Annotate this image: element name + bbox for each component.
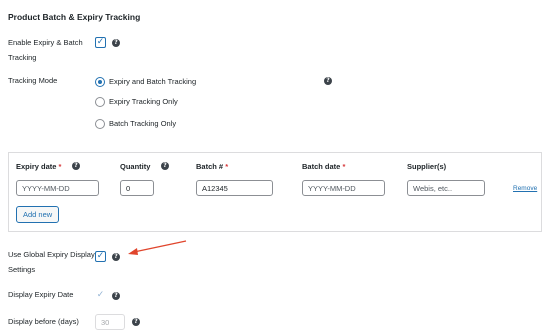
radio-batch-only-label[interactable]: Batch Tracking Only [109, 119, 176, 128]
required-mark: * [58, 162, 62, 171]
supplier-input[interactable]: Webis, etc.. [407, 180, 485, 196]
header-batch-no: Batch # * [196, 162, 228, 171]
display-before-help-icon[interactable]: ? [132, 318, 140, 326]
enable-tracking-label-line2: Tracking [8, 53, 37, 62]
display-expiry-date-checkbox[interactable]: ✓ [95, 290, 106, 301]
display-expiry-date-help-icon[interactable]: ? [112, 292, 120, 300]
expiry-date-help-icon[interactable]: ? [72, 162, 80, 170]
display-before-input[interactable]: 30 [95, 314, 125, 330]
tracking-mode-help-icon[interactable]: ? [324, 77, 332, 85]
enable-tracking-label-line1: Enable Expiry & Batch [8, 38, 83, 47]
enable-tracking-help-icon[interactable]: ? [112, 39, 120, 47]
header-batch-date-text: Batch date [302, 162, 341, 171]
quantity-help-icon[interactable]: ? [161, 162, 169, 170]
radio-expiry-and-batch[interactable] [95, 77, 105, 87]
batch-table: Expiry date * ? Quantity ? Batch # * Bat… [8, 152, 542, 232]
global-display-checkbox[interactable]: ✓ [95, 251, 106, 262]
radio-expiry-only-label[interactable]: Expiry Tracking Only [109, 97, 178, 106]
display-expiry-date-label: Display Expiry Date [8, 290, 74, 299]
required-mark: * [225, 162, 229, 171]
quantity-input[interactable]: 0 [120, 180, 154, 196]
header-batch-no-text: Batch # [196, 162, 224, 171]
batch-no-input[interactable]: A12345 [196, 180, 273, 196]
display-before-label: Display before (days) [8, 317, 79, 326]
annotation-arrow-icon [128, 240, 187, 255]
enable-tracking-label: Enable Expiry & Batch Tracking [8, 35, 83, 65]
global-display-label-line2: Settings [8, 265, 36, 274]
add-new-button[interactable]: Add new [16, 206, 60, 223]
radio-expiry-only[interactable] [95, 97, 105, 107]
required-mark: * [342, 162, 346, 171]
global-display-label: Use Global Expiry Display Settings [8, 247, 95, 277]
header-batch-date: Batch date * [302, 162, 345, 171]
radio-expiry-and-batch-label[interactable]: Expiry and Batch Tracking [109, 77, 196, 86]
enable-tracking-checkbox[interactable]: ✓ [95, 37, 106, 48]
radio-batch-only[interactable] [95, 119, 105, 129]
global-display-label-line1: Use Global Expiry Display [8, 250, 95, 259]
global-display-help-icon[interactable]: ? [112, 253, 120, 261]
tracking-mode-label: Tracking Mode [8, 76, 58, 85]
remove-row-link[interactable]: Remove [513, 185, 537, 192]
header-quantity: Quantity [120, 162, 151, 171]
expiry-date-input[interactable]: YYYY-MM-DD [16, 180, 99, 196]
header-expiry-date: Expiry date * [16, 162, 61, 171]
header-expiry-date-text: Expiry date [16, 162, 57, 171]
batch-date-input[interactable]: YYYY-MM-DD [302, 180, 385, 196]
section-title: Product Batch & Expiry Tracking [8, 12, 141, 22]
header-supplier: Supplier(s) [407, 162, 447, 171]
